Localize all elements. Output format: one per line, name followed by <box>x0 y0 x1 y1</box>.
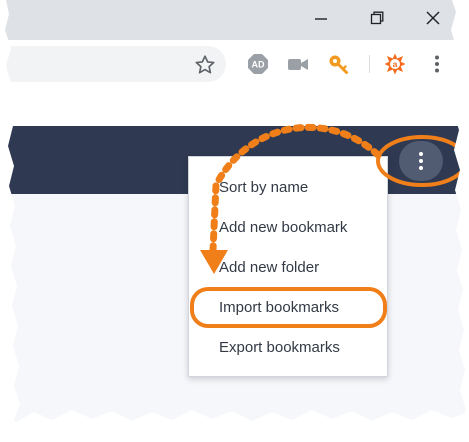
key-icon[interactable] <box>327 53 349 75</box>
page-top-area <box>0 88 469 126</box>
address-bar[interactable] <box>0 46 226 82</box>
screenshot-stage: AD a Sort by name Add new bookmark Add n… <box>0 0 469 442</box>
menu-item-import-bookmarks[interactable]: Import bookmarks <box>219 294 339 322</box>
menu-item-add-new-folder[interactable]: Add new folder <box>219 254 319 282</box>
close-icon <box>426 11 440 25</box>
close-button[interactable] <box>410 0 456 36</box>
restore-icon <box>370 11 384 25</box>
menu-item-export-bookmarks[interactable]: Export bookmarks <box>219 334 340 362</box>
minimize-icon <box>315 18 327 20</box>
window-title-bar <box>0 0 469 40</box>
bookmarks-menu-button[interactable] <box>399 141 443 181</box>
video-camera-icon[interactable] <box>287 53 309 75</box>
bookmark-star-icon[interactable] <box>194 54 216 76</box>
vertical-dots-icon <box>419 152 423 170</box>
browser-menu-icon[interactable] <box>426 53 448 75</box>
menu-item-sort-by-name[interactable]: Sort by name <box>219 174 308 202</box>
menu-item-add-new-bookmark[interactable]: Add new bookmark <box>219 214 347 242</box>
svg-text:AD: AD <box>252 60 265 70</box>
bookmarks-dropdown-menu: Sort by name Add new bookmark Add new fo… <box>188 156 388 377</box>
browser-toolbar: AD a <box>0 40 469 88</box>
avast-icon[interactable]: a <box>384 53 406 75</box>
adblock-icon[interactable]: AD <box>247 53 269 75</box>
toolbar-separator <box>369 55 370 73</box>
minimize-button[interactable] <box>298 0 344 36</box>
svg-text:a: a <box>393 59 398 69</box>
maximize-button[interactable] <box>354 0 400 36</box>
